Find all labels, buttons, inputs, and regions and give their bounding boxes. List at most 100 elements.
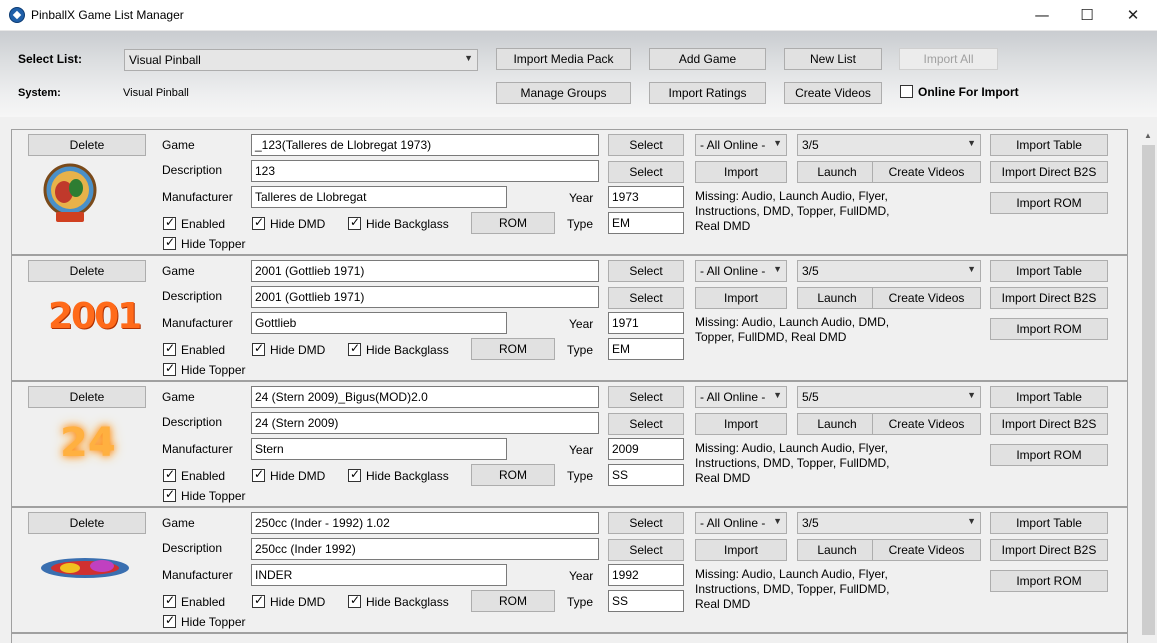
- description-field[interactable]: 2001 (Gottlieb 1971): [251, 286, 599, 308]
- scroll-up-icon[interactable]: ▲: [1144, 131, 1152, 140]
- description-select-button[interactable]: Select: [608, 161, 684, 183]
- import-direct-b2s-button[interactable]: Import Direct B2S: [990, 413, 1108, 435]
- game-select-button[interactable]: Select: [608, 512, 684, 534]
- description-select-button[interactable]: Select: [608, 539, 684, 561]
- import-rom-button[interactable]: Import ROM: [990, 318, 1108, 340]
- rating-dropdown[interactable]: 5/5 ▼: [797, 386, 981, 408]
- type-label: Type: [567, 469, 594, 483]
- import-all-button[interactable]: Import All: [899, 48, 998, 70]
- enabled-checkbox[interactable]: [163, 593, 176, 608]
- rating-dropdown[interactable]: 3/5 ▼: [797, 512, 981, 534]
- hide-topper-checkbox[interactable]: [163, 361, 176, 376]
- enabled-checkbox[interactable]: [163, 467, 176, 482]
- import-direct-b2s-button[interactable]: Import Direct B2S: [990, 287, 1108, 309]
- delete-button[interactable]: Delete: [28, 512, 146, 534]
- add-game-button[interactable]: Add Game: [649, 48, 766, 70]
- import-button[interactable]: Import: [695, 161, 787, 183]
- description-field[interactable]: 250cc (Inder 1992): [251, 538, 599, 560]
- manufacturer-field[interactable]: Gottlieb: [251, 312, 507, 334]
- hide-backglass-checkbox[interactable]: [348, 467, 361, 482]
- launch-button[interactable]: Launch: [797, 539, 877, 561]
- type-field[interactable]: SS: [608, 590, 684, 612]
- type-field[interactable]: EM: [608, 212, 684, 234]
- import-direct-b2s-button[interactable]: Import Direct B2S: [990, 161, 1108, 183]
- hide-dmd-checkbox[interactable]: [252, 593, 265, 608]
- hide-dmd-checkbox[interactable]: [252, 215, 265, 230]
- import-button[interactable]: Import: [695, 539, 787, 561]
- game-select-button[interactable]: Select: [608, 386, 684, 408]
- enabled-checkbox[interactable]: [163, 341, 176, 356]
- manage-groups-button[interactable]: Manage Groups: [496, 82, 631, 104]
- rom-button[interactable]: ROM: [471, 338, 555, 360]
- manufacturer-field[interactable]: Stern: [251, 438, 507, 460]
- hide-topper-checkbox[interactable]: [163, 487, 176, 502]
- rom-button[interactable]: ROM: [471, 464, 555, 486]
- online-source-dropdown[interactable]: - All Online - ▼: [695, 134, 787, 156]
- game-field[interactable]: _123(Talleres de Llobregat 1973): [251, 134, 599, 156]
- create-videos-button[interactable]: Create Videos: [872, 287, 981, 309]
- create-videos-header-button[interactable]: Create Videos: [784, 82, 882, 104]
- enabled-checkbox[interactable]: [163, 215, 176, 230]
- online-for-import-checkbox[interactable]: [900, 85, 913, 98]
- description-field[interactable]: 24 (Stern 2009): [251, 412, 599, 434]
- hide-backglass-checkbox[interactable]: [348, 215, 361, 230]
- import-button[interactable]: Import: [695, 287, 787, 309]
- game-field[interactable]: 24 (Stern 2009)_Bigus(MOD)2.0: [251, 386, 599, 408]
- import-rom-button[interactable]: Import ROM: [990, 192, 1108, 214]
- import-ratings-button[interactable]: Import Ratings: [649, 82, 766, 104]
- delete-button[interactable]: Delete: [28, 386, 146, 408]
- import-table-button[interactable]: Import Table: [990, 134, 1108, 156]
- import-rom-button[interactable]: Import ROM: [990, 444, 1108, 466]
- new-list-button[interactable]: New List: [784, 48, 882, 70]
- list-select[interactable]: Visual Pinball ▼: [124, 49, 478, 71]
- online-source-dropdown[interactable]: - All Online - ▼: [695, 386, 787, 408]
- hide-topper-checkbox[interactable]: [163, 613, 176, 628]
- rating-dropdown[interactable]: 3/5 ▼: [797, 134, 981, 156]
- year-field[interactable]: 2009: [608, 438, 684, 460]
- rom-button[interactable]: ROM: [471, 590, 555, 612]
- close-button[interactable]: ✕: [1110, 0, 1156, 31]
- type-field[interactable]: EM: [608, 338, 684, 360]
- hide-topper-checkbox[interactable]: [163, 235, 176, 250]
- game-field[interactable]: 250cc (Inder - 1992) 1.02: [251, 512, 599, 534]
- launch-button[interactable]: Launch: [797, 287, 877, 309]
- game-field[interactable]: 2001 (Gottlieb 1971): [251, 260, 599, 282]
- manufacturer-field[interactable]: INDER: [251, 564, 507, 586]
- year-field[interactable]: 1971: [608, 312, 684, 334]
- rating-dropdown[interactable]: 3/5 ▼: [797, 260, 981, 282]
- scroll-thumb[interactable]: [1142, 145, 1155, 635]
- manufacturer-field[interactable]: Talleres de Llobregat: [251, 186, 507, 208]
- import-rom-button[interactable]: Import ROM: [990, 570, 1108, 592]
- description-select-button[interactable]: Select: [608, 287, 684, 309]
- delete-button[interactable]: Delete: [28, 134, 146, 156]
- online-source-dropdown[interactable]: - All Online - ▼: [695, 512, 787, 534]
- type-field[interactable]: SS: [608, 464, 684, 486]
- create-videos-button[interactable]: Create Videos: [872, 161, 981, 183]
- create-videos-button[interactable]: Create Videos: [872, 413, 981, 435]
- launch-button[interactable]: Launch: [797, 413, 877, 435]
- year-field[interactable]: 1992: [608, 564, 684, 586]
- game-select-button[interactable]: Select: [608, 260, 684, 282]
- create-videos-button[interactable]: Create Videos: [872, 539, 981, 561]
- description-select-button[interactable]: Select: [608, 413, 684, 435]
- hide-backglass-checkbox[interactable]: [348, 593, 361, 608]
- year-field[interactable]: 1973: [608, 186, 684, 208]
- launch-button[interactable]: Launch: [797, 161, 877, 183]
- rom-button[interactable]: ROM: [471, 212, 555, 234]
- minimize-button[interactable]: —: [1019, 0, 1065, 31]
- game-select-button[interactable]: Select: [608, 134, 684, 156]
- hide-backglass-checkbox[interactable]: [348, 341, 361, 356]
- import-button[interactable]: Import: [695, 413, 787, 435]
- online-source-dropdown[interactable]: - All Online - ▼: [695, 260, 787, 282]
- import-media-pack-button[interactable]: Import Media Pack: [496, 48, 631, 70]
- import-direct-b2s-button[interactable]: Import Direct B2S: [990, 539, 1108, 561]
- import-table-button[interactable]: Import Table: [990, 386, 1108, 408]
- maximize-button[interactable]: ☐: [1064, 0, 1110, 31]
- vertical-scrollbar[interactable]: ▲: [1140, 129, 1157, 643]
- hide-dmd-checkbox[interactable]: [252, 341, 265, 356]
- description-field[interactable]: 123: [251, 160, 599, 182]
- import-table-button[interactable]: Import Table: [990, 260, 1108, 282]
- delete-button[interactable]: Delete: [28, 260, 146, 282]
- hide-dmd-checkbox[interactable]: [252, 467, 265, 482]
- import-table-button[interactable]: Import Table: [990, 512, 1108, 534]
